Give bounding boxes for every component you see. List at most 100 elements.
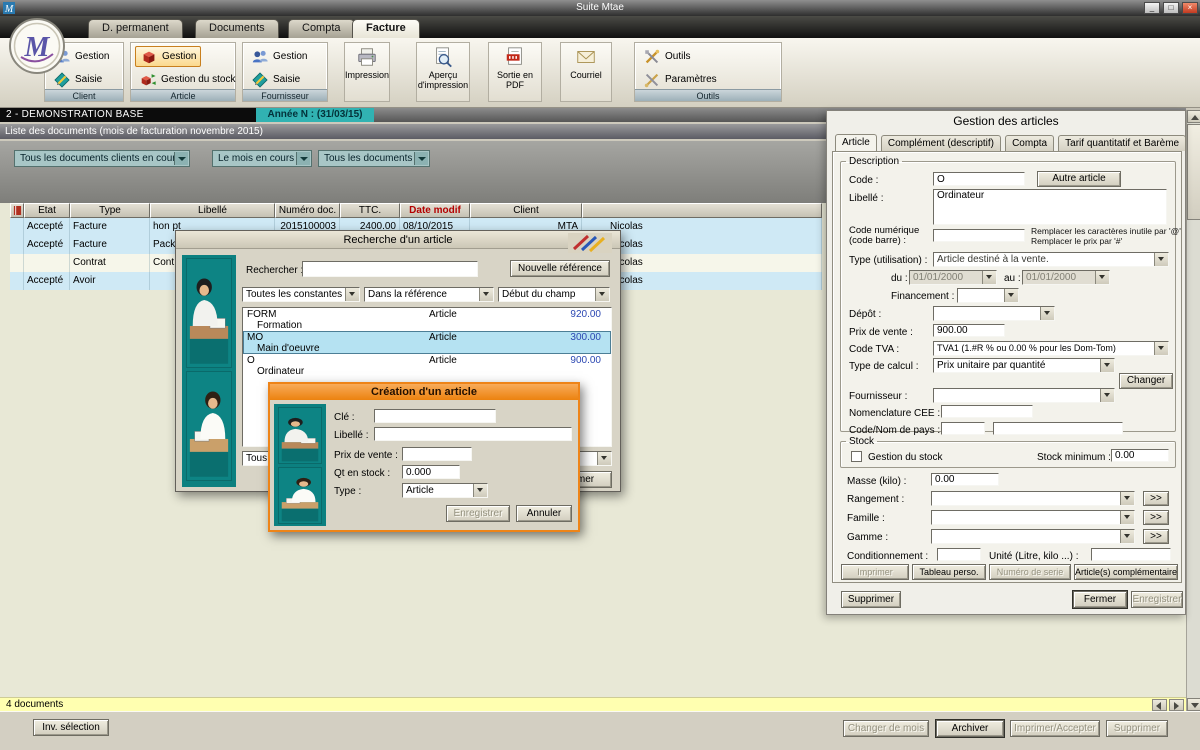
date-au-select[interactable]: 01/01/2000 (1022, 270, 1110, 285)
type-calcul-select[interactable]: Prix unitaire par quantité (933, 358, 1115, 373)
vertical-scrollbar[interactable] (1186, 110, 1200, 711)
autre-article-button[interactable]: Autre article (1037, 171, 1121, 187)
column-header-etat[interactable]: Etat (24, 203, 70, 218)
inv-selection-button[interactable]: Inv. sélection (33, 719, 109, 736)
filter-type-documents[interactable]: Tous les documents (318, 150, 430, 167)
changer-button[interactable]: Changer (1119, 373, 1173, 389)
code-input[interactable] (933, 172, 1025, 186)
filter-documents-clients[interactable]: Tous les documents clients en cours (14, 150, 190, 167)
fermer-panel-button[interactable]: Fermer (1073, 591, 1127, 608)
column-header-date-modif[interactable]: Date modif (400, 203, 470, 218)
article-list-item[interactable]: FORM Article 920.00 Formation (243, 308, 611, 331)
fournisseur-gestion-button[interactable]: Gestion (247, 46, 311, 67)
chevron-down-icon[interactable] (1040, 307, 1054, 320)
chevron-down-icon[interactable] (473, 484, 487, 497)
scrollbar-thumb[interactable] (1187, 124, 1200, 220)
code-pays-input[interactable] (941, 422, 985, 435)
imprimer-article-button[interactable]: Imprimer (841, 564, 909, 580)
tab-d-permanent[interactable]: D. permanent (88, 19, 183, 38)
fournisseur-saisie-button[interactable]: Saisie (247, 69, 304, 90)
rangement-more-button[interactable]: >> (1143, 491, 1169, 506)
enregistrer-creation-button[interactable]: Enregistrer (446, 505, 510, 522)
code-numerique-input[interactable] (933, 229, 1025, 242)
dialog-titlebar[interactable]: Création d'un article (270, 384, 578, 400)
debut-champ-select[interactable]: Début du champ (498, 287, 610, 302)
code-tva-select[interactable]: TVA1 (1.#R % ou 0.00 % pour les Dom-Tom) (933, 341, 1169, 356)
tab-compta[interactable]: Compta (288, 19, 355, 38)
qte-stock-input[interactable] (402, 465, 460, 479)
article-gestion-button[interactable]: Gestion (135, 46, 201, 67)
gamme-more-button[interactable]: >> (1143, 529, 1169, 544)
supprimer-article-button[interactable]: Supprimer (841, 591, 901, 608)
chevron-down-icon[interactable] (296, 152, 310, 165)
imprimer-accepter-button[interactable]: Imprimer/Accepter (1010, 720, 1100, 737)
impression-button[interactable]: Impression (344, 42, 390, 102)
chevron-down-icon[interactable] (1095, 271, 1109, 284)
tab-complement[interactable]: Complément (descriptif) (881, 135, 1001, 151)
chevron-down-icon[interactable] (414, 152, 428, 165)
dans-reference-select[interactable]: Dans la référence (364, 287, 494, 302)
famille-select[interactable] (931, 510, 1135, 525)
scroll-down-button[interactable] (1187, 698, 1200, 711)
parametres-button[interactable]: Paramètres (639, 69, 721, 90)
apercu-impression-button[interactable]: Aperçu d'impression (416, 42, 470, 102)
masse-input[interactable] (931, 473, 999, 486)
annuler-creation-button[interactable]: Annuler (516, 505, 572, 522)
chevron-down-icon[interactable] (1154, 253, 1168, 266)
article-list-item-selected[interactable]: MO Article 300.00 Main d'oeuvre (243, 331, 611, 354)
chevron-down-icon[interactable] (1100, 359, 1114, 372)
dialog-titlebar[interactable]: Recherche d'un article (176, 231, 620, 249)
tab-compta[interactable]: Compta (1005, 135, 1054, 151)
fournisseur-select[interactable] (933, 388, 1115, 403)
filter-mois[interactable]: Le mois en cours (212, 150, 312, 167)
unite-input[interactable] (1091, 548, 1171, 561)
constantes-select[interactable]: Toutes les constantes (242, 287, 360, 302)
column-header-client[interactable]: Client (470, 203, 582, 218)
column-header-blank[interactable] (582, 203, 822, 218)
chevron-down-icon[interactable] (1100, 389, 1114, 402)
chevron-down-icon[interactable] (1120, 530, 1134, 543)
close-button[interactable]: × (1182, 2, 1198, 14)
famille-more-button[interactable]: >> (1143, 510, 1169, 525)
chevron-down-icon[interactable] (174, 152, 188, 165)
libelle-textarea[interactable]: Ordinateur (933, 189, 1167, 225)
financement-select[interactable] (957, 288, 1019, 303)
conditionnement-input[interactable] (937, 548, 981, 561)
rangement-select[interactable] (931, 491, 1135, 506)
archiver-button[interactable]: Archiver (936, 720, 1004, 737)
prix-vente-input[interactable] (933, 324, 1005, 337)
tab-facture[interactable]: Facture (352, 19, 420, 38)
article-list-item[interactable]: O Article 900.00 Ordinateur (243, 354, 611, 377)
chevron-down-icon[interactable] (982, 271, 996, 284)
nomenclature-input[interactable] (941, 405, 1033, 418)
chevron-down-icon[interactable] (479, 288, 493, 301)
chevron-down-icon[interactable] (1004, 289, 1018, 302)
chevron-down-icon[interactable] (595, 288, 609, 301)
column-header-libelle[interactable]: Libellé (150, 203, 275, 218)
stock-minimum-input[interactable] (1111, 449, 1169, 462)
scroll-right-button[interactable] (1169, 699, 1184, 711)
cle-input[interactable] (374, 409, 496, 423)
enregistrer-panel-button[interactable]: Enregistrer (1131, 591, 1183, 608)
nom-pays-input[interactable] (993, 422, 1123, 435)
date-du-select[interactable]: 01/01/2000 (909, 270, 997, 285)
article-gestion-stock-button[interactable]: Gestion du stock (135, 69, 239, 90)
libelle-creation-input[interactable] (374, 427, 572, 441)
scroll-up-button[interactable] (1187, 110, 1200, 123)
courriel-button[interactable]: Courriel (560, 42, 612, 102)
window-titlebar[interactable]: M Suite Mtae _ □ × (0, 0, 1200, 16)
column-header-ttc[interactable]: TTC. (340, 203, 400, 218)
prix-creation-input[interactable] (402, 447, 472, 461)
changer-de-mois-button[interactable]: Changer de mois (843, 720, 929, 737)
articles-complementaires-button[interactable]: Article(s) complémentaire (1074, 564, 1178, 580)
supprimer-doc-button[interactable]: Supprimer (1106, 720, 1168, 737)
chevron-down-icon[interactable] (597, 452, 611, 465)
sortie-pdf-button[interactable]: Sortie en PDF (488, 42, 542, 102)
chevron-down-icon[interactable] (1120, 511, 1134, 524)
depot-select[interactable] (933, 306, 1055, 321)
gestion-stock-checkbox[interactable] (851, 451, 862, 462)
column-header-type[interactable]: Type (70, 203, 150, 218)
chevron-down-icon[interactable] (345, 288, 359, 301)
chevron-down-icon[interactable] (1120, 492, 1134, 505)
column-header-numero[interactable]: Numéro doc. (275, 203, 340, 218)
